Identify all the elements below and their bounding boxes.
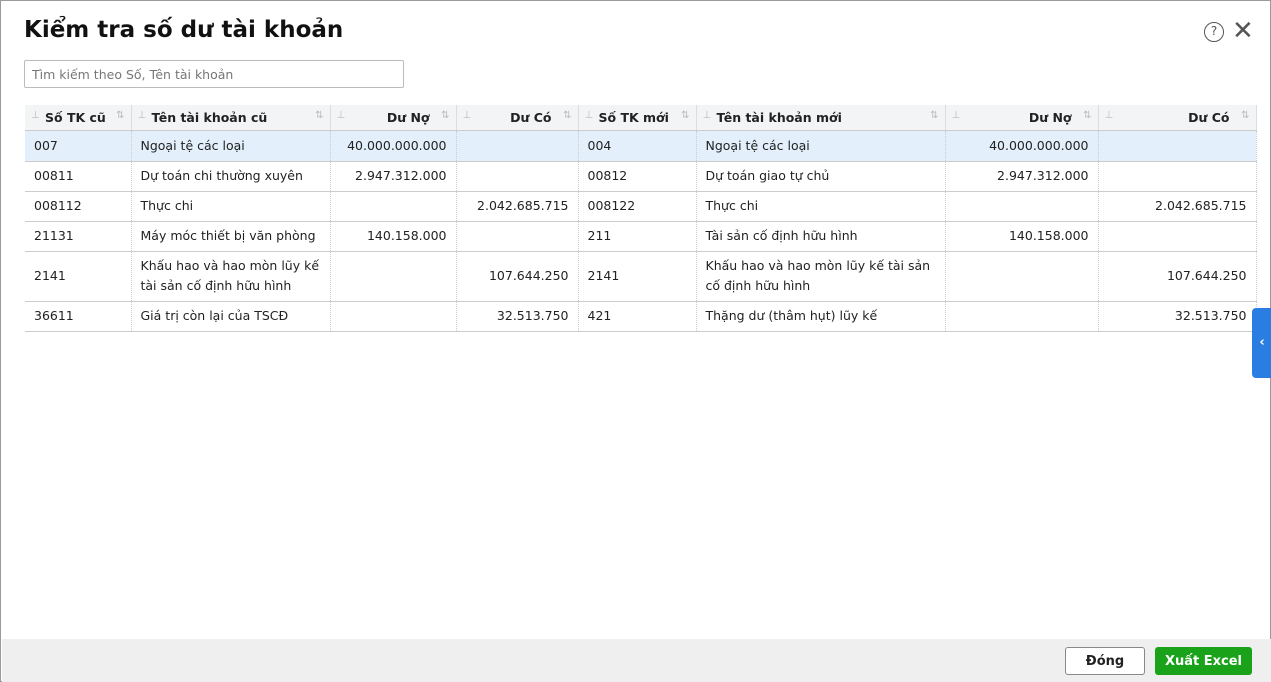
table-row[interactable]: 00811 Dự toán chi thường xuyên 2.947.312.0… bbox=[25, 161, 1257, 192]
table-cell: 2.947.312.000 bbox=[945, 161, 1099, 192]
table-cell bbox=[945, 301, 1099, 332]
column-header-label: Dư Có bbox=[1188, 109, 1230, 125]
help-icon[interactable]: ? bbox=[1204, 22, 1224, 42]
table-cell: 00811 bbox=[25, 161, 132, 192]
pin-icon[interactable]: ⊥ bbox=[463, 110, 472, 121]
column-header-label: Dư Có bbox=[510, 109, 552, 125]
table-cell: 008122 bbox=[578, 191, 697, 222]
table-cell: Thặng dư (thâm hụt) lũy kế bbox=[696, 301, 946, 332]
column-header[interactable]: ⊥ Dư Nợ ⇅ bbox=[330, 105, 457, 131]
table-cell: Dự toán giao tự chủ bbox=[696, 161, 946, 192]
table-cell: 40.000.000.000 bbox=[330, 130, 457, 162]
table-cell: 32.513.750 bbox=[1098, 301, 1257, 332]
table-cell bbox=[1098, 161, 1257, 192]
table-cell bbox=[456, 130, 579, 162]
column-header-label: Tên tài khoản mới bbox=[716, 109, 842, 125]
column-header-label: Số TK cũ bbox=[45, 109, 106, 125]
close-icon[interactable]: ✕ bbox=[1232, 17, 1254, 45]
table-cell: 140.158.000 bbox=[330, 221, 457, 252]
table-cell: 40.000.000.000 bbox=[945, 130, 1099, 162]
sort-icon[interactable]: ⇅ bbox=[315, 110, 323, 121]
side-panel-toggle[interactable]: ‹ bbox=[1252, 308, 1271, 378]
column-header[interactable]: ⊥ Dư Có ⇅ bbox=[456, 105, 579, 131]
table-cell: 421 bbox=[578, 301, 697, 332]
table-cell: Dự toán chi thường xuyên bbox=[131, 161, 331, 192]
table-cell bbox=[945, 251, 1099, 302]
pin-icon[interactable]: ⊥ bbox=[138, 110, 147, 121]
table-cell: Tài sản cố định hữu hình bbox=[696, 221, 946, 252]
table-cell: 36611 bbox=[25, 301, 132, 332]
table-cell: Máy móc thiết bị văn phòng bbox=[131, 221, 331, 252]
table-cell: Thực chi bbox=[696, 191, 946, 222]
export-excel-button[interactable]: Xuất Excel bbox=[1155, 647, 1252, 675]
table-cell: 004 bbox=[578, 130, 697, 162]
table-cell bbox=[330, 191, 457, 222]
sort-icon[interactable]: ⇅ bbox=[1083, 110, 1091, 121]
table-row[interactable]: 008112 Thực chi 2.042.685.715 008122 Thực ch… bbox=[25, 191, 1257, 222]
table-cell bbox=[1098, 130, 1257, 162]
table-cell bbox=[330, 301, 457, 332]
table-cell: 32.513.750 bbox=[456, 301, 579, 332]
search-input[interactable] bbox=[24, 60, 404, 88]
column-header-label: Tên tài khoản cũ bbox=[151, 109, 268, 125]
table-cell: Khấu hao và hao mòn lũy kế tài sản cố đị… bbox=[696, 251, 946, 302]
table-cell: 2141 bbox=[25, 251, 132, 302]
column-header[interactable]: ⊥ Dư Nợ ⇅ bbox=[945, 105, 1099, 131]
table-cell: 00812 bbox=[578, 161, 697, 192]
table-cell: 107.644.250 bbox=[456, 251, 579, 302]
table-row[interactable]: 36611 Giá trị còn lại của TSCĐ 32.513.750 4… bbox=[25, 301, 1257, 332]
table-cell: 211 bbox=[578, 221, 697, 252]
column-header[interactable]: ⊥ Số TK cũ ⇅ bbox=[25, 105, 132, 131]
dialog-title: Kiểm tra số dư tài khoản bbox=[24, 17, 344, 43]
column-header[interactable]: ⊥ Tên tài khoản cũ ⇅ bbox=[131, 105, 331, 131]
pin-icon[interactable]: ⊥ bbox=[585, 110, 594, 121]
pin-icon[interactable]: ⊥ bbox=[952, 110, 961, 121]
table-row[interactable]: 21131 Máy móc thiết bị văn phòng 140.158.0… bbox=[25, 221, 1257, 252]
table-cell: 007 bbox=[25, 130, 132, 162]
sort-icon[interactable]: ⇅ bbox=[681, 110, 689, 121]
table-cell: 140.158.000 bbox=[945, 221, 1099, 252]
sort-icon[interactable]: ⇅ bbox=[441, 110, 449, 121]
balance-table: ⊥ Số TK cũ ⇅ ⊥ Tên tài khoản cũ ⇅ ⊥ Dư Nợ ⇅ ⊥ Dư C… bbox=[25, 105, 1257, 332]
sort-icon[interactable]: ⇅ bbox=[930, 110, 938, 121]
column-header-label: Dư Nợ bbox=[1028, 109, 1072, 125]
table-cell: 2141 bbox=[578, 251, 697, 302]
close-button[interactable]: Đóng bbox=[1065, 647, 1145, 675]
table-cell bbox=[456, 221, 579, 252]
dialog: Kiểm tra số dư tài khoản ? ✕ ⊥Số TK cũ⇅⊥… bbox=[0, 0, 1271, 682]
column-header[interactable]: ⊥ Tên tài khoản mới ⇅ bbox=[696, 105, 946, 131]
pin-icon[interactable]: ⊥ bbox=[31, 110, 40, 121]
pin-icon[interactable]: ⊥ bbox=[337, 110, 346, 121]
column-header-label: Số TK mới bbox=[598, 109, 669, 125]
table-cell: Thực chi bbox=[131, 191, 331, 222]
table-cell: 2.042.685.715 bbox=[456, 191, 579, 222]
column-header[interactable]: ⊥ Dư Có ⇅ bbox=[1098, 105, 1257, 131]
column-header[interactable]: ⊥ Số TK mới ⇅ bbox=[578, 105, 697, 131]
pin-icon[interactable]: ⊥ bbox=[1105, 110, 1114, 121]
sort-icon[interactable]: ⇅ bbox=[116, 110, 124, 121]
table-cell bbox=[456, 161, 579, 192]
table-cell bbox=[1098, 221, 1257, 252]
table-row[interactable]: 2141 Khấu hao và hao mòn lũy kế tài sản c… bbox=[25, 251, 1257, 302]
table-row[interactable]: 007 Ngoại tệ các loại 40.000.000.000 004 Ngo… bbox=[25, 130, 1257, 162]
table-cell: Khấu hao và hao mòn lũy kế tài sản cố đị… bbox=[131, 251, 331, 302]
sort-icon[interactable]: ⇅ bbox=[563, 110, 571, 121]
table-cell: 107.644.250 bbox=[1098, 251, 1257, 302]
sort-icon[interactable]: ⇅ bbox=[1241, 110, 1249, 121]
pin-icon[interactable]: ⊥ bbox=[703, 110, 712, 121]
column-header-label: Dư Nợ bbox=[386, 109, 430, 125]
table-cell: Ngoại tệ các loại bbox=[131, 130, 331, 162]
table-cell: 21131 bbox=[25, 221, 132, 252]
table-cell bbox=[330, 251, 457, 302]
table-cell: Giá trị còn lại của TSCĐ bbox=[131, 301, 331, 332]
table-cell: 2.042.685.715 bbox=[1098, 191, 1257, 222]
table-cell: Ngoại tệ các loại bbox=[696, 130, 946, 162]
table-cell bbox=[945, 191, 1099, 222]
table-cell: 008112 bbox=[25, 191, 132, 222]
table-cell: 2.947.312.000 bbox=[330, 161, 457, 192]
